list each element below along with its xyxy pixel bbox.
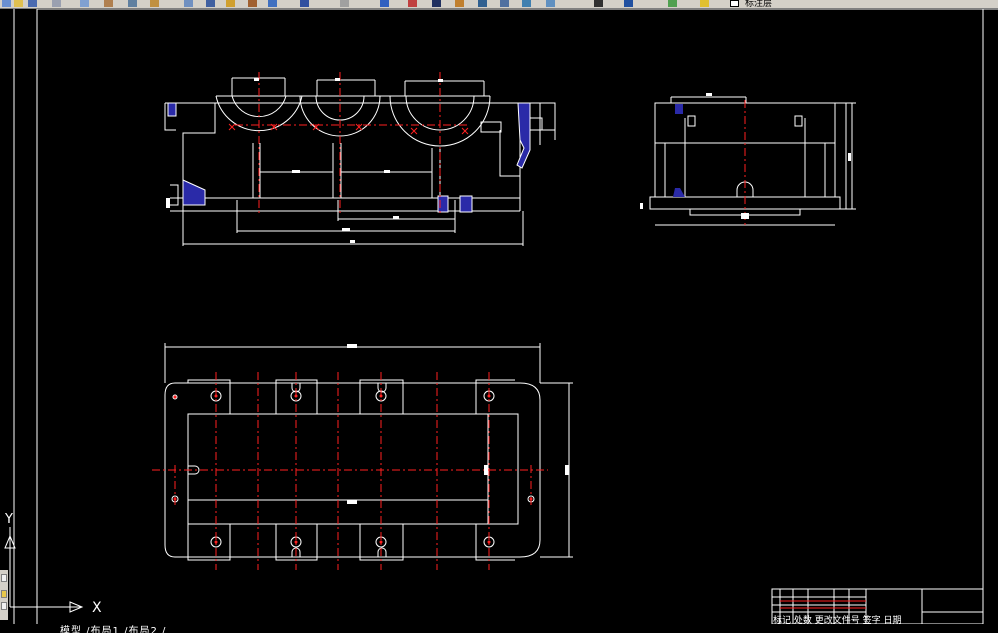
ucs-icon	[4, 527, 84, 613]
match-icon[interactable]	[206, 0, 215, 7]
layout-tabs[interactable]: 模型 /布局1 /布局2 /	[60, 625, 166, 633]
top-view-dim-labels	[347, 344, 569, 504]
save-icon[interactable]	[28, 0, 37, 7]
properties-icon[interactable]	[408, 0, 417, 7]
markup-icon[interactable]	[500, 0, 509, 7]
drawing-canvas[interactable]: 标记 处数 更改文件号 签字 日期 Y X	[0, 9, 998, 624]
layer-sun-icon[interactable]	[700, 0, 709, 7]
paste-icon[interactable]	[184, 0, 193, 7]
new-icon[interactable]	[2, 0, 11, 7]
zoom-icon[interactable]	[300, 0, 309, 7]
ucs-y-label: Y	[4, 512, 13, 527]
strip-tool-icon[interactable]	[1, 590, 7, 598]
tool-palette-icon[interactable]	[455, 0, 464, 7]
help-icon[interactable]	[546, 0, 555, 7]
top-view	[164, 343, 573, 561]
layer-state-icon[interactable]	[624, 0, 633, 7]
undo-icon[interactable]	[226, 0, 235, 7]
publish-icon[interactable]	[104, 0, 113, 7]
layout-tabs-bar: 模型 /布局1 /布局2 /	[0, 625, 998, 633]
layer-name[interactable]: 标注层	[745, 0, 772, 8]
open-icon[interactable]	[14, 0, 23, 7]
strip-expand-icon[interactable]	[1, 574, 7, 582]
front-view-hatch	[167, 102, 531, 213]
pan-icon[interactable]	[268, 0, 277, 7]
strip-scroll-icon[interactable]	[1, 602, 7, 610]
redo-icon[interactable]	[248, 0, 257, 7]
zoom-window-icon[interactable]	[340, 0, 349, 7]
preview-icon[interactable]	[80, 0, 89, 7]
side-tool-strip	[0, 570, 8, 620]
design-center-icon[interactable]	[432, 0, 441, 7]
copy-icon[interactable]	[150, 0, 159, 7]
side-view	[649, 96, 856, 226]
front-view-centerlines	[235, 72, 470, 215]
top-view-hole-centers	[173, 394, 533, 544]
calc-icon[interactable]	[522, 0, 531, 7]
layer-icon[interactable]	[594, 0, 603, 7]
front-view	[164, 77, 556, 246]
title-block-row-labels: 标记 处数 更改文件号 签字 日期	[773, 614, 901, 624]
side-view-hatch	[673, 104, 685, 197]
ucs-x-label: X	[92, 600, 102, 616]
drawing-frame	[13, 9, 998, 624]
layer-bulb-icon[interactable]	[668, 0, 677, 7]
sheet-set-icon[interactable]	[478, 0, 487, 7]
cut-icon[interactable]	[128, 0, 137, 7]
toolbar: 标注层	[0, 0, 998, 9]
plot-icon[interactable]	[52, 0, 61, 7]
layer-color-icon[interactable]	[730, 0, 739, 7]
zoom-previous-icon[interactable]	[380, 0, 389, 7]
